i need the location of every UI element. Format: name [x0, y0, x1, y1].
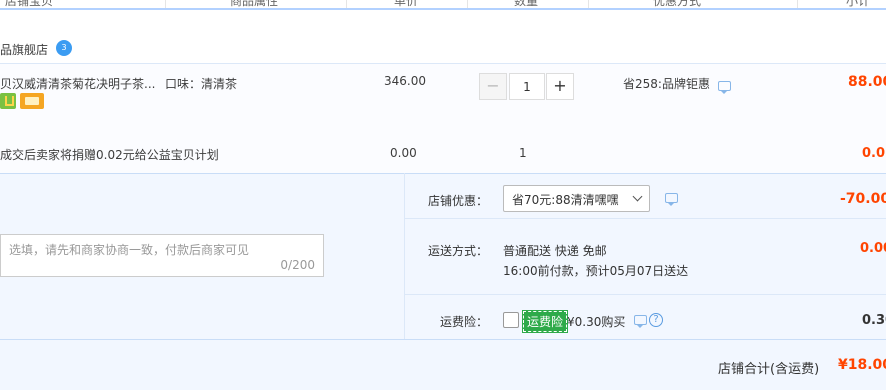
- discount-info-icon[interactable]: [718, 81, 731, 94]
- qty-input[interactable]: [509, 73, 545, 100]
- shop-name-link[interactable]: 品旗舰店: [0, 41, 48, 58]
- coupon-label: 店铺优惠：: [428, 194, 489, 208]
- insurance-checkbox[interactable]: [503, 312, 519, 328]
- item-unit-price: 346.00: [384, 74, 426, 88]
- qty-increase-button[interactable]: +: [546, 73, 574, 100]
- header-col-price: 单价: [394, 0, 419, 8]
- item-sku: 口味：清清茶: [165, 77, 238, 91]
- item-subtotal: 88.00: [848, 74, 886, 90]
- header-divider: [467, 0, 468, 8]
- shop-chat-icon[interactable]: 3: [56, 40, 72, 56]
- charity-subtotal: 0.0: [862, 146, 886, 161]
- credit-card-icon: [20, 93, 44, 109]
- coupon-amount: -70.00: [840, 191, 886, 207]
- shipping-label: 运送方式：: [428, 244, 489, 258]
- header-col-qty: 数量: [514, 0, 539, 8]
- buyer-memo-textarea[interactable]: 选填，请先和商家协商一致，付款后商家可见 0/200: [0, 234, 324, 277]
- insurance-info-icon[interactable]: [634, 315, 647, 328]
- charity-quantity: 1: [519, 146, 527, 160]
- charity-price: 0.00: [390, 146, 417, 160]
- header-col-discount: 优惠方式: [653, 0, 702, 8]
- header-divider: [588, 0, 589, 8]
- qty-decrease-button[interactable]: −: [479, 73, 507, 100]
- row-divider: [404, 218, 886, 219]
- insurance-amount: 0.30: [862, 313, 886, 328]
- insurance-price: ¥0.30购买: [567, 315, 626, 329]
- header-col-props: 商品属性: [230, 0, 279, 8]
- row-divider: [404, 294, 886, 295]
- chevron-down-icon: [632, 191, 643, 202]
- coupon-selected-value: 省70元:88清清嘿嘿: [512, 193, 619, 207]
- item-discount: 省258:品牌钜惠: [623, 77, 710, 91]
- header-divider: [797, 0, 798, 8]
- coupon-info-icon[interactable]: [665, 193, 678, 206]
- shipping-eta: 16:00前付款，预计05月07日送达: [503, 264, 689, 278]
- insurance-label: 运费险：: [440, 315, 489, 329]
- row-divider: [0, 339, 886, 340]
- shop-total-label: 店铺合计(含运费): [718, 362, 820, 377]
- panel-divider: [404, 173, 405, 339]
- memo-placeholder: 选填，请先和商家协商一致，付款后商家可见: [9, 243, 250, 257]
- shipping-method: 普通配送 快递 免邮: [503, 244, 607, 258]
- coupon-select[interactable]: 省70元:88清清嘿嘿: [503, 185, 650, 212]
- shop-total-amount: ¥18.00: [838, 357, 886, 373]
- header-col-subtotal: 小计: [846, 0, 871, 8]
- service-guarantee-icon: [0, 93, 16, 109]
- shipping-fee: 0.00: [860, 241, 886, 256]
- help-icon[interactable]: ?: [649, 313, 663, 327]
- insurance-badge: 运费险: [521, 310, 569, 333]
- header-col-item: 店铺宝贝: [5, 0, 54, 8]
- header-divider: [165, 0, 166, 8]
- column-header: 店铺宝贝 商品属性 单价 数量 优惠方式 小计: [0, 0, 886, 10]
- item-title-link[interactable]: 贝汉威清清茶菊花决明子茶...: [0, 75, 155, 92]
- charity-text: 成交后卖家将捐赠0.02元给公益宝贝计划: [0, 148, 219, 162]
- memo-char-counter: 0/200: [280, 258, 315, 272]
- header-divider: [346, 0, 347, 8]
